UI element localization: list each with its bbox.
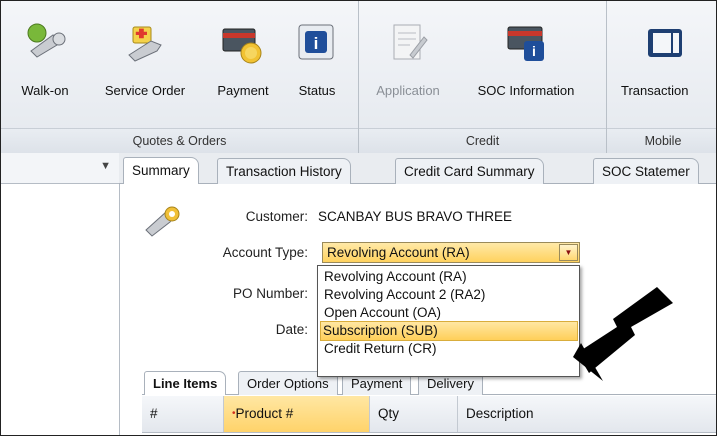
soc-information-label: SOC Information: [477, 83, 575, 98]
column-header-product[interactable]: •Product #: [224, 396, 370, 432]
group-title-quotes-orders: Quotes & Orders: [1, 128, 358, 153]
account-type-dropdown-list: Revolving Account (RA) Revolving Account…: [317, 265, 580, 377]
info-icon: i: [295, 21, 339, 65]
left-nav-header[interactable]: ▼: [1, 153, 119, 184]
soc-information-icon: i: [504, 21, 548, 65]
account-type-label: Account Type:: [222, 245, 308, 260]
tab-transaction-history[interactable]: Transaction History: [217, 158, 351, 184]
product-header-label: Product #: [235, 406, 294, 421]
status-button[interactable]: i Status: [285, 7, 349, 119]
column-header-number[interactable]: #: [142, 396, 224, 432]
status-label: Status: [298, 83, 336, 98]
option-credit-return[interactable]: Credit Return (CR): [322, 340, 578, 358]
po-number-label: PO Number:: [232, 286, 308, 301]
group-title-mobile: Mobile: [607, 128, 716, 153]
wrench-icon: [140, 200, 184, 240]
app-window: Walk-on Service Order Payment i Status Q…: [0, 0, 717, 436]
line-items-grid-header: # •Product # Qty Description: [142, 396, 716, 433]
group-title-credit: Credit: [359, 128, 606, 153]
wrench-icon: [23, 21, 67, 65]
option-subscription[interactable]: Subscription (SUB): [320, 321, 578, 341]
service-order-label: Service Order: [104, 83, 186, 98]
payment-button[interactable]: Payment: [207, 7, 279, 119]
ribbon-group-credit: Application i SOC Information Credit: [359, 1, 607, 153]
option-revolving-account-2[interactable]: Revolving Account 2 (RA2): [322, 286, 578, 304]
service-order-icon: [123, 21, 167, 65]
walk-on-button[interactable]: Walk-on: [3, 7, 87, 119]
chevron-down-icon[interactable]: ▼: [100, 160, 111, 172]
svg-text:i: i: [314, 34, 319, 53]
option-open-account[interactable]: Open Account (OA): [322, 304, 578, 322]
transactions-button[interactable]: Transaction: [613, 7, 716, 119]
ribbon: Walk-on Service Order Payment i Status Q…: [1, 1, 716, 153]
tab-strip: Summary Transaction History Credit Card …: [119, 153, 716, 185]
payment-icon: [221, 21, 265, 65]
application-label: Application: [376, 83, 440, 98]
customer-label: Customer:: [245, 209, 308, 224]
transactions-label: Transaction: [621, 83, 689, 98]
account-type-select[interactable]: Revolving Account (RA) ▼: [322, 242, 580, 263]
account-type-value: Revolving Account (RA): [327, 245, 470, 260]
application-icon: [386, 21, 430, 65]
service-order-button[interactable]: Service Order: [89, 7, 201, 119]
column-header-qty[interactable]: Qty: [370, 396, 458, 432]
option-revolving-account[interactable]: Revolving Account (RA): [322, 268, 578, 286]
tab-line-items[interactable]: Line Items: [144, 371, 227, 395]
payment-label: Payment: [217, 83, 269, 98]
tab-soc-statement[interactable]: SOC Statemer: [593, 158, 699, 184]
date-label: Date:: [275, 322, 308, 337]
ribbon-group-mobile: Transaction Mobile: [607, 1, 716, 153]
tab-credit-card-summary[interactable]: Credit Card Summary: [395, 158, 544, 184]
callout-arrow-icon: [573, 287, 673, 381]
ribbon-group-quotes-orders: Walk-on Service Order Payment i Status Q…: [1, 1, 359, 153]
customer-value: SCANBAY BUS BRAVO THREE: [318, 209, 513, 224]
column-header-description[interactable]: Description: [458, 396, 716, 432]
mobile-device-icon: [644, 21, 688, 65]
left-pane: [1, 184, 120, 435]
soc-information-button[interactable]: i SOC Information: [459, 7, 593, 119]
svg-text:i: i: [532, 43, 536, 59]
dropdown-arrow-icon[interactable]: ▼: [559, 244, 578, 261]
walk-on-label: Walk-on: [21, 83, 69, 98]
application-button[interactable]: Application: [367, 7, 449, 119]
tab-summary[interactable]: Summary: [123, 157, 199, 185]
